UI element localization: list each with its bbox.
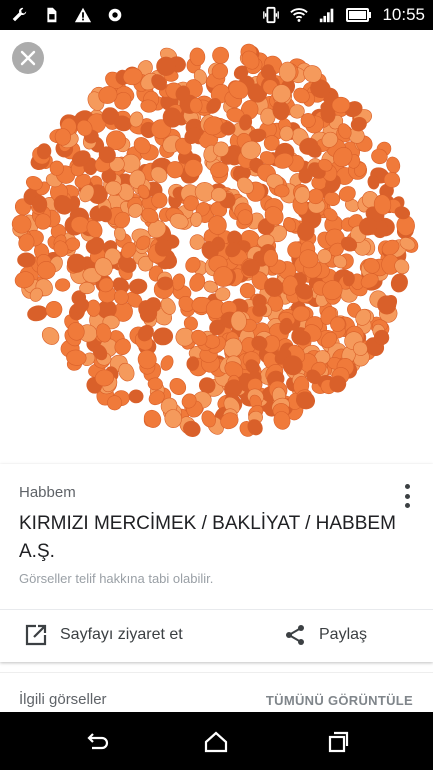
open-in-new-icon bbox=[25, 624, 47, 646]
lentil bbox=[41, 327, 60, 345]
result-card: Habbem KIRMIZI MERCİMEK / BAKLİYAT / HAB… bbox=[0, 464, 433, 662]
share-button[interactable]: Paylaş bbox=[283, 623, 367, 647]
lentil bbox=[390, 273, 408, 293]
wrench-icon bbox=[12, 7, 27, 22]
wifi-icon bbox=[290, 8, 309, 22]
lentil bbox=[189, 97, 203, 114]
vibrate-icon bbox=[263, 6, 280, 24]
lentil bbox=[331, 96, 351, 114]
copyright-note: Görseller telif hakkına tabi olabilir. bbox=[19, 571, 214, 586]
result-title[interactable]: KIRMIZI MERCİMEK / BAKLİYAT / HABBEM A.Ş… bbox=[19, 510, 399, 566]
related-images-label: İlgili görseller bbox=[19, 691, 107, 708]
navigation-bar bbox=[0, 712, 433, 770]
clock: 10:55 bbox=[382, 5, 425, 24]
lentil bbox=[160, 355, 174, 371]
lentil bbox=[105, 180, 122, 196]
lentil bbox=[27, 305, 48, 322]
more-dot bbox=[405, 484, 410, 489]
image-viewer[interactable] bbox=[0, 30, 433, 462]
back-icon[interactable] bbox=[84, 729, 110, 755]
related-images-header: İlgili görseller TÜMÜNÜ GÖRÜNTÜLE bbox=[0, 672, 433, 713]
warning-icon bbox=[74, 7, 92, 23]
battery-icon bbox=[346, 8, 372, 22]
close-icon bbox=[20, 50, 36, 66]
share-icon bbox=[286, 625, 304, 645]
lentil bbox=[55, 278, 71, 292]
sim-icon bbox=[47, 7, 57, 23]
visit-page-button[interactable]: Sayfayı ziyaret et bbox=[24, 623, 183, 647]
more-dot bbox=[405, 503, 410, 508]
more-dot bbox=[405, 493, 410, 499]
status-bar: 10:55 bbox=[0, 0, 433, 30]
more-options-button[interactable] bbox=[405, 484, 411, 508]
recents-icon[interactable] bbox=[325, 729, 351, 755]
lentil bbox=[152, 327, 174, 346]
view-all-button[interactable]: TÜMÜNÜ GÖRÜNTÜLE bbox=[266, 693, 413, 708]
lentil bbox=[143, 409, 162, 428]
lentil bbox=[292, 305, 311, 322]
share-label: Paylaş bbox=[319, 626, 368, 643]
lentil bbox=[213, 266, 234, 287]
visit-page-label: Sayfayı ziyaret et bbox=[60, 626, 183, 643]
lentil bbox=[212, 46, 230, 64]
lentil bbox=[17, 252, 36, 268]
lentil bbox=[272, 84, 292, 104]
lentil bbox=[45, 301, 63, 318]
eye-icon bbox=[108, 8, 122, 22]
lentil bbox=[79, 281, 95, 295]
lentil bbox=[317, 248, 332, 264]
lentil bbox=[49, 160, 64, 176]
home-icon[interactable] bbox=[203, 729, 229, 755]
lentils-image bbox=[11, 43, 419, 437]
divider bbox=[0, 609, 433, 610]
close-button[interactable] bbox=[12, 42, 44, 74]
signal-icon bbox=[320, 8, 334, 23]
lentil bbox=[278, 61, 297, 83]
lentil bbox=[128, 389, 144, 404]
source-name[interactable]: Habbem bbox=[19, 484, 76, 501]
